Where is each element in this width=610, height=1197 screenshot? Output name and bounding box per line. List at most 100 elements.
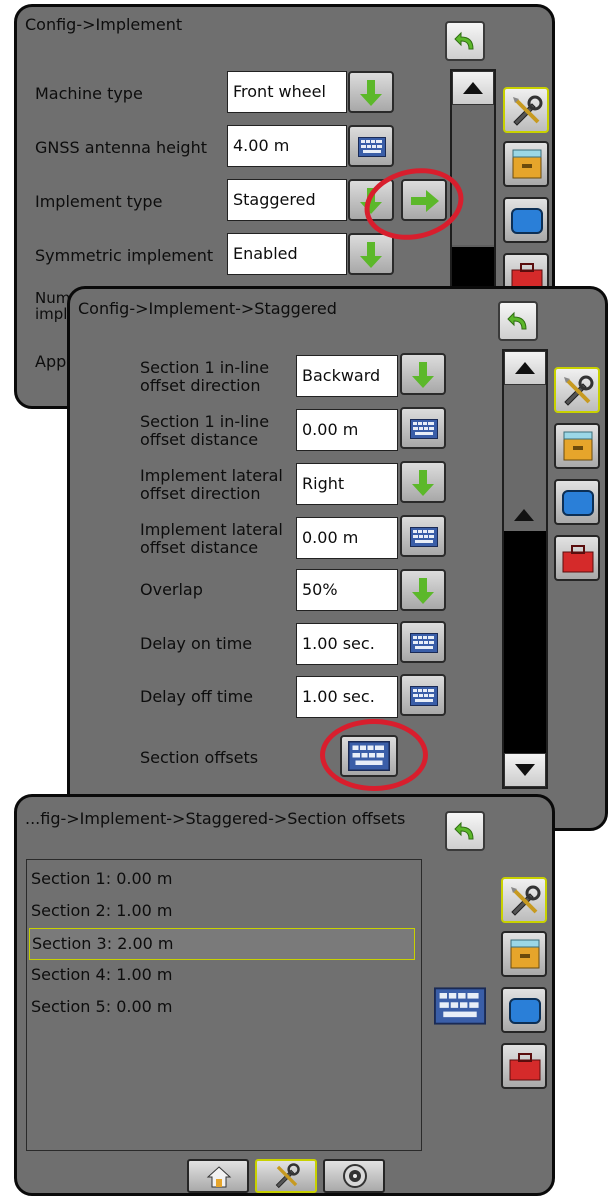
- tab-display[interactable]: [554, 479, 600, 525]
- page-title: ...fig->Implement->Staggered->Section of…: [25, 809, 406, 828]
- edit-section-keyboard-button[interactable]: [432, 985, 488, 1029]
- keyboard-icon: [410, 527, 438, 547]
- highlight-circle: [320, 719, 428, 791]
- screen-icon: [509, 998, 541, 1024]
- implement-type-field[interactable]: Staggered: [227, 179, 347, 221]
- gnss-antenna-height-label: GNSS antenna height: [35, 138, 207, 157]
- app-label: App: [35, 352, 67, 371]
- tools-icon: [564, 375, 594, 406]
- back-button[interactable]: [445, 21, 485, 61]
- staggered-config-panel: Config->Implement->Staggered Section 1 i…: [67, 286, 608, 831]
- arrow-down-icon: [412, 470, 434, 496]
- back-button[interactable]: [498, 301, 538, 341]
- tab-tools[interactable]: [554, 535, 600, 581]
- tab-config-bottom[interactable]: [255, 1159, 317, 1193]
- delay-on-time-field[interactable]: 1.00 sec.: [296, 623, 398, 665]
- keyboard-icon: [358, 137, 386, 157]
- triangle-up-icon: [514, 509, 534, 521]
- symmetric-implement-label: Symmetric implement: [35, 246, 214, 265]
- tab-config[interactable]: [503, 87, 549, 133]
- lateral-offset-direction-field[interactable]: Right: [296, 463, 398, 505]
- tab-config[interactable]: [501, 877, 547, 923]
- lateral-offset-distance-keyboard-button[interactable]: [400, 515, 446, 557]
- list-item-selected[interactable]: Section 3: 2.00 m: [29, 928, 415, 960]
- scroll-up-button[interactable]: [452, 71, 494, 105]
- delay-off-time-label: Delay off time: [140, 687, 254, 706]
- console-drawer-icon: [563, 431, 593, 461]
- page-title: Config->Implement: [25, 15, 183, 34]
- num-implement-label-line2: impl: [35, 305, 68, 323]
- section1-offset-direction-dropdown-button[interactable]: [400, 353, 446, 395]
- arrow-down-icon: [360, 80, 382, 106]
- tab-config[interactable]: [554, 367, 600, 413]
- arrow-down-icon: [360, 242, 382, 268]
- tab-console[interactable]: [554, 423, 600, 469]
- tab-gauge[interactable]: [323, 1159, 385, 1193]
- lateral-offset-distance-field[interactable]: 0.00 m: [296, 517, 398, 559]
- tab-display[interactable]: [501, 987, 547, 1033]
- delay-off-time-keyboard-button[interactable]: [400, 674, 446, 716]
- delay-on-time-label: Delay on time: [140, 634, 253, 653]
- scroll-down-button[interactable]: [504, 753, 546, 787]
- back-arrow-icon: [454, 821, 474, 840]
- section1-offset-distance-label-1: Section 1 in-line: [140, 412, 270, 431]
- symmetric-implement-field[interactable]: Enabled: [227, 233, 347, 275]
- list-item[interactable]: Section 2: 1.00 m: [29, 896, 172, 928]
- tab-home[interactable]: [187, 1159, 249, 1193]
- console-drawer-icon: [510, 939, 540, 969]
- gauge-icon: [343, 1164, 367, 1188]
- list-item[interactable]: Section 1: 0.00 m: [29, 864, 172, 896]
- overlap-dropdown-button[interactable]: [400, 569, 446, 611]
- console-drawer-icon: [512, 149, 542, 179]
- machine-type-label: Machine type: [35, 84, 143, 103]
- section1-offset-distance-field[interactable]: 0.00 m: [296, 409, 398, 451]
- list-item[interactable]: Section 5: 0.00 m: [29, 992, 172, 1024]
- scroll-thumb[interactable]: [504, 531, 546, 755]
- lateral-offset-distance-label-2: offset distance: [140, 538, 259, 557]
- section1-offset-distance-label-2: offset distance: [140, 430, 259, 449]
- tab-console[interactable]: [501, 931, 547, 977]
- arrow-down-icon: [412, 578, 434, 604]
- keyboard-icon: [410, 633, 438, 653]
- machine-type-field[interactable]: Front wheel: [227, 71, 347, 113]
- tools-icon: [513, 95, 543, 126]
- scrollbar[interactable]: [502, 349, 548, 789]
- back-arrow-icon: [454, 31, 474, 50]
- lateral-offset-direction-label-2: offset direction: [140, 484, 261, 503]
- lateral-offset-direction-label-1: Implement lateral: [140, 466, 283, 485]
- triangle-down-icon: [515, 764, 535, 776]
- list-item[interactable]: Section 4: 1.00 m: [29, 960, 172, 992]
- gnss-antenna-height-keyboard-button[interactable]: [348, 125, 394, 167]
- tab-console[interactable]: [503, 141, 549, 187]
- section1-offset-distance-keyboard-button[interactable]: [400, 407, 446, 449]
- triangle-up-icon: [515, 362, 535, 374]
- tools-icon: [511, 885, 541, 916]
- scroll-page-up-button[interactable]: [504, 501, 546, 531]
- lateral-offset-direction-dropdown-button[interactable]: [400, 461, 446, 503]
- delay-off-time-field[interactable]: 1.00 sec.: [296, 676, 398, 718]
- section-offsets-list[interactable]: Section 1: 0.00 m Section 2: 1.00 m Sect…: [26, 859, 422, 1151]
- tab-tools[interactable]: [501, 1043, 547, 1089]
- scroll-thumb[interactable]: [452, 247, 494, 287]
- gnss-antenna-height-field[interactable]: 4.00 m: [227, 125, 347, 167]
- tab-display[interactable]: [503, 197, 549, 243]
- arrow-down-icon: [412, 362, 434, 388]
- overlap-field[interactable]: 50%: [296, 569, 398, 611]
- section1-offset-direction-label-1: Section 1 in-line: [140, 358, 270, 377]
- symmetric-implement-dropdown-button[interactable]: [348, 233, 394, 275]
- scroll-track[interactable]: [452, 105, 494, 245]
- delay-on-time-keyboard-button[interactable]: [400, 621, 446, 663]
- keyboard-icon: [410, 686, 438, 706]
- scrollbar[interactable]: [450, 69, 496, 287]
- section1-offset-direction-field[interactable]: Backward: [296, 355, 398, 397]
- tools-icon: [275, 1163, 300, 1189]
- implement-type-label: Implement type: [35, 192, 163, 211]
- toolbox-icon: [562, 545, 594, 573]
- back-button[interactable]: [445, 811, 485, 851]
- machine-type-dropdown-button[interactable]: [348, 71, 394, 113]
- page-title: Config->Implement->Staggered: [78, 299, 337, 318]
- lateral-offset-distance-label-1: Implement lateral: [140, 520, 283, 539]
- keyboard-icon: [434, 987, 486, 1025]
- toolbox-icon: [509, 1053, 541, 1081]
- scroll-up-button[interactable]: [504, 351, 546, 385]
